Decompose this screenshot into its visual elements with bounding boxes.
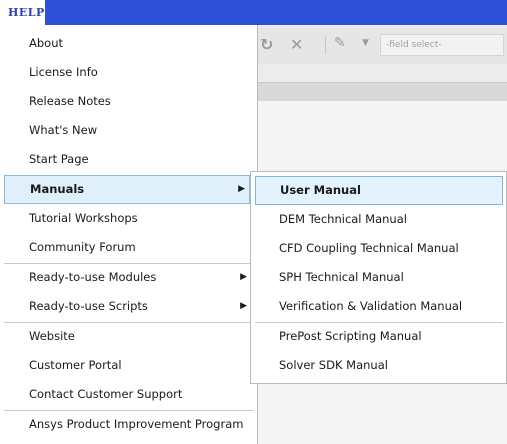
submenu-item-label: DEM Technical Manual — [279, 212, 407, 226]
triangle-right-icon: ▶ — [240, 272, 247, 282]
menu-item-release-notes[interactable]: Release Notes — [0, 87, 257, 116]
submenu-item-prepost-scripting-manual[interactable]: PrePost Scripting Manual — [251, 322, 506, 351]
manuals-submenu: User Manual DEM Technical Manual CFD Cou… — [250, 171, 507, 384]
help-dropdown-menu: About License Info Release Notes What's … — [0, 25, 258, 444]
menu-item-label: Manuals — [30, 182, 85, 196]
menu-item-manuals[interactable]: Manuals ▶ — [4, 175, 250, 204]
menu-item-label: Customer Portal — [29, 358, 122, 372]
menu-item-label: License Info — [29, 65, 98, 79]
submenu-item-dem-technical-manual[interactable]: DEM Technical Manual — [251, 205, 506, 234]
submenu-item-label: Solver SDK Manual — [279, 358, 388, 372]
field-select-dropdown[interactable]: -field select- — [380, 34, 504, 56]
submenu-item-user-manual[interactable]: User Manual — [255, 176, 503, 205]
help-menu-title[interactable]: HELP — [0, 0, 45, 25]
menu-item-label: Ansys Product Improvement Program — [29, 417, 244, 431]
submenu-item-solver-sdk-manual[interactable]: Solver SDK Manual — [251, 351, 506, 380]
refresh-icon[interactable]: ↻ — [260, 35, 273, 54]
submenu-item-label: CFD Coupling Technical Manual — [279, 241, 459, 255]
menu-item-customer-portal[interactable]: Customer Portal — [0, 351, 257, 380]
submenu-item-label: SPH Technical Manual — [279, 270, 404, 284]
menu-item-ready-to-use-modules[interactable]: Ready-to-use Modules ▶ — [0, 263, 257, 292]
submenu-item-cfd-coupling-technical-manual[interactable]: CFD Coupling Technical Manual — [251, 234, 506, 263]
menu-item-start-page[interactable]: Start Page — [0, 145, 257, 174]
chevron-down-icon[interactable]: ▼ — [362, 38, 369, 48]
menubar: HELP — [0, 0, 507, 25]
toolbar-separator — [325, 36, 326, 54]
menu-item-product-improvement-program[interactable]: Ansys Product Improvement Program — [0, 410, 257, 439]
submenu-item-sph-technical-manual[interactable]: SPH Technical Manual — [251, 263, 506, 292]
menu-item-about[interactable]: About — [0, 29, 257, 58]
menu-item-label: Start Page — [29, 152, 89, 166]
background-toolbar-strip — [258, 82, 507, 102]
submenu-item-label: PrePost Scripting Manual — [279, 329, 422, 343]
menu-item-license-info[interactable]: License Info — [0, 58, 257, 87]
menu-item-label: Tutorial Workshops — [29, 211, 138, 225]
menu-item-label: What's New — [29, 123, 98, 137]
menu-item-label: Ready-to-use Scripts — [29, 299, 148, 313]
submenu-item-label: Verification & Validation Manual — [279, 299, 463, 313]
menu-item-contact-customer-support[interactable]: Contact Customer Support — [0, 380, 257, 409]
menu-item-label: Ready-to-use Modules — [29, 270, 157, 284]
submenu-item-verification-validation-manual[interactable]: Verification & Validation Manual — [251, 292, 506, 321]
menu-item-tutorial-workshops[interactable]: Tutorial Workshops — [0, 204, 257, 233]
menu-item-label: Community Forum — [29, 240, 136, 254]
edit-icon[interactable]: ✎ — [334, 35, 346, 51]
menu-item-ready-to-use-scripts[interactable]: Ready-to-use Scripts ▶ — [0, 292, 257, 321]
menu-item-website[interactable]: Website — [0, 322, 257, 351]
menu-item-label: Website — [29, 329, 75, 343]
close-icon[interactable]: ✕ — [290, 35, 303, 54]
submenu-item-label: User Manual — [280, 183, 361, 197]
menu-item-label: Contact Customer Support — [29, 387, 183, 401]
menu-item-label: Release Notes — [29, 94, 111, 108]
triangle-right-icon: ▶ — [238, 184, 245, 194]
menu-item-whats-new[interactable]: What's New — [0, 116, 257, 145]
triangle-right-icon: ▶ — [240, 301, 247, 311]
menu-item-label: About — [29, 36, 64, 50]
menu-item-community-forum[interactable]: Community Forum — [0, 233, 257, 262]
